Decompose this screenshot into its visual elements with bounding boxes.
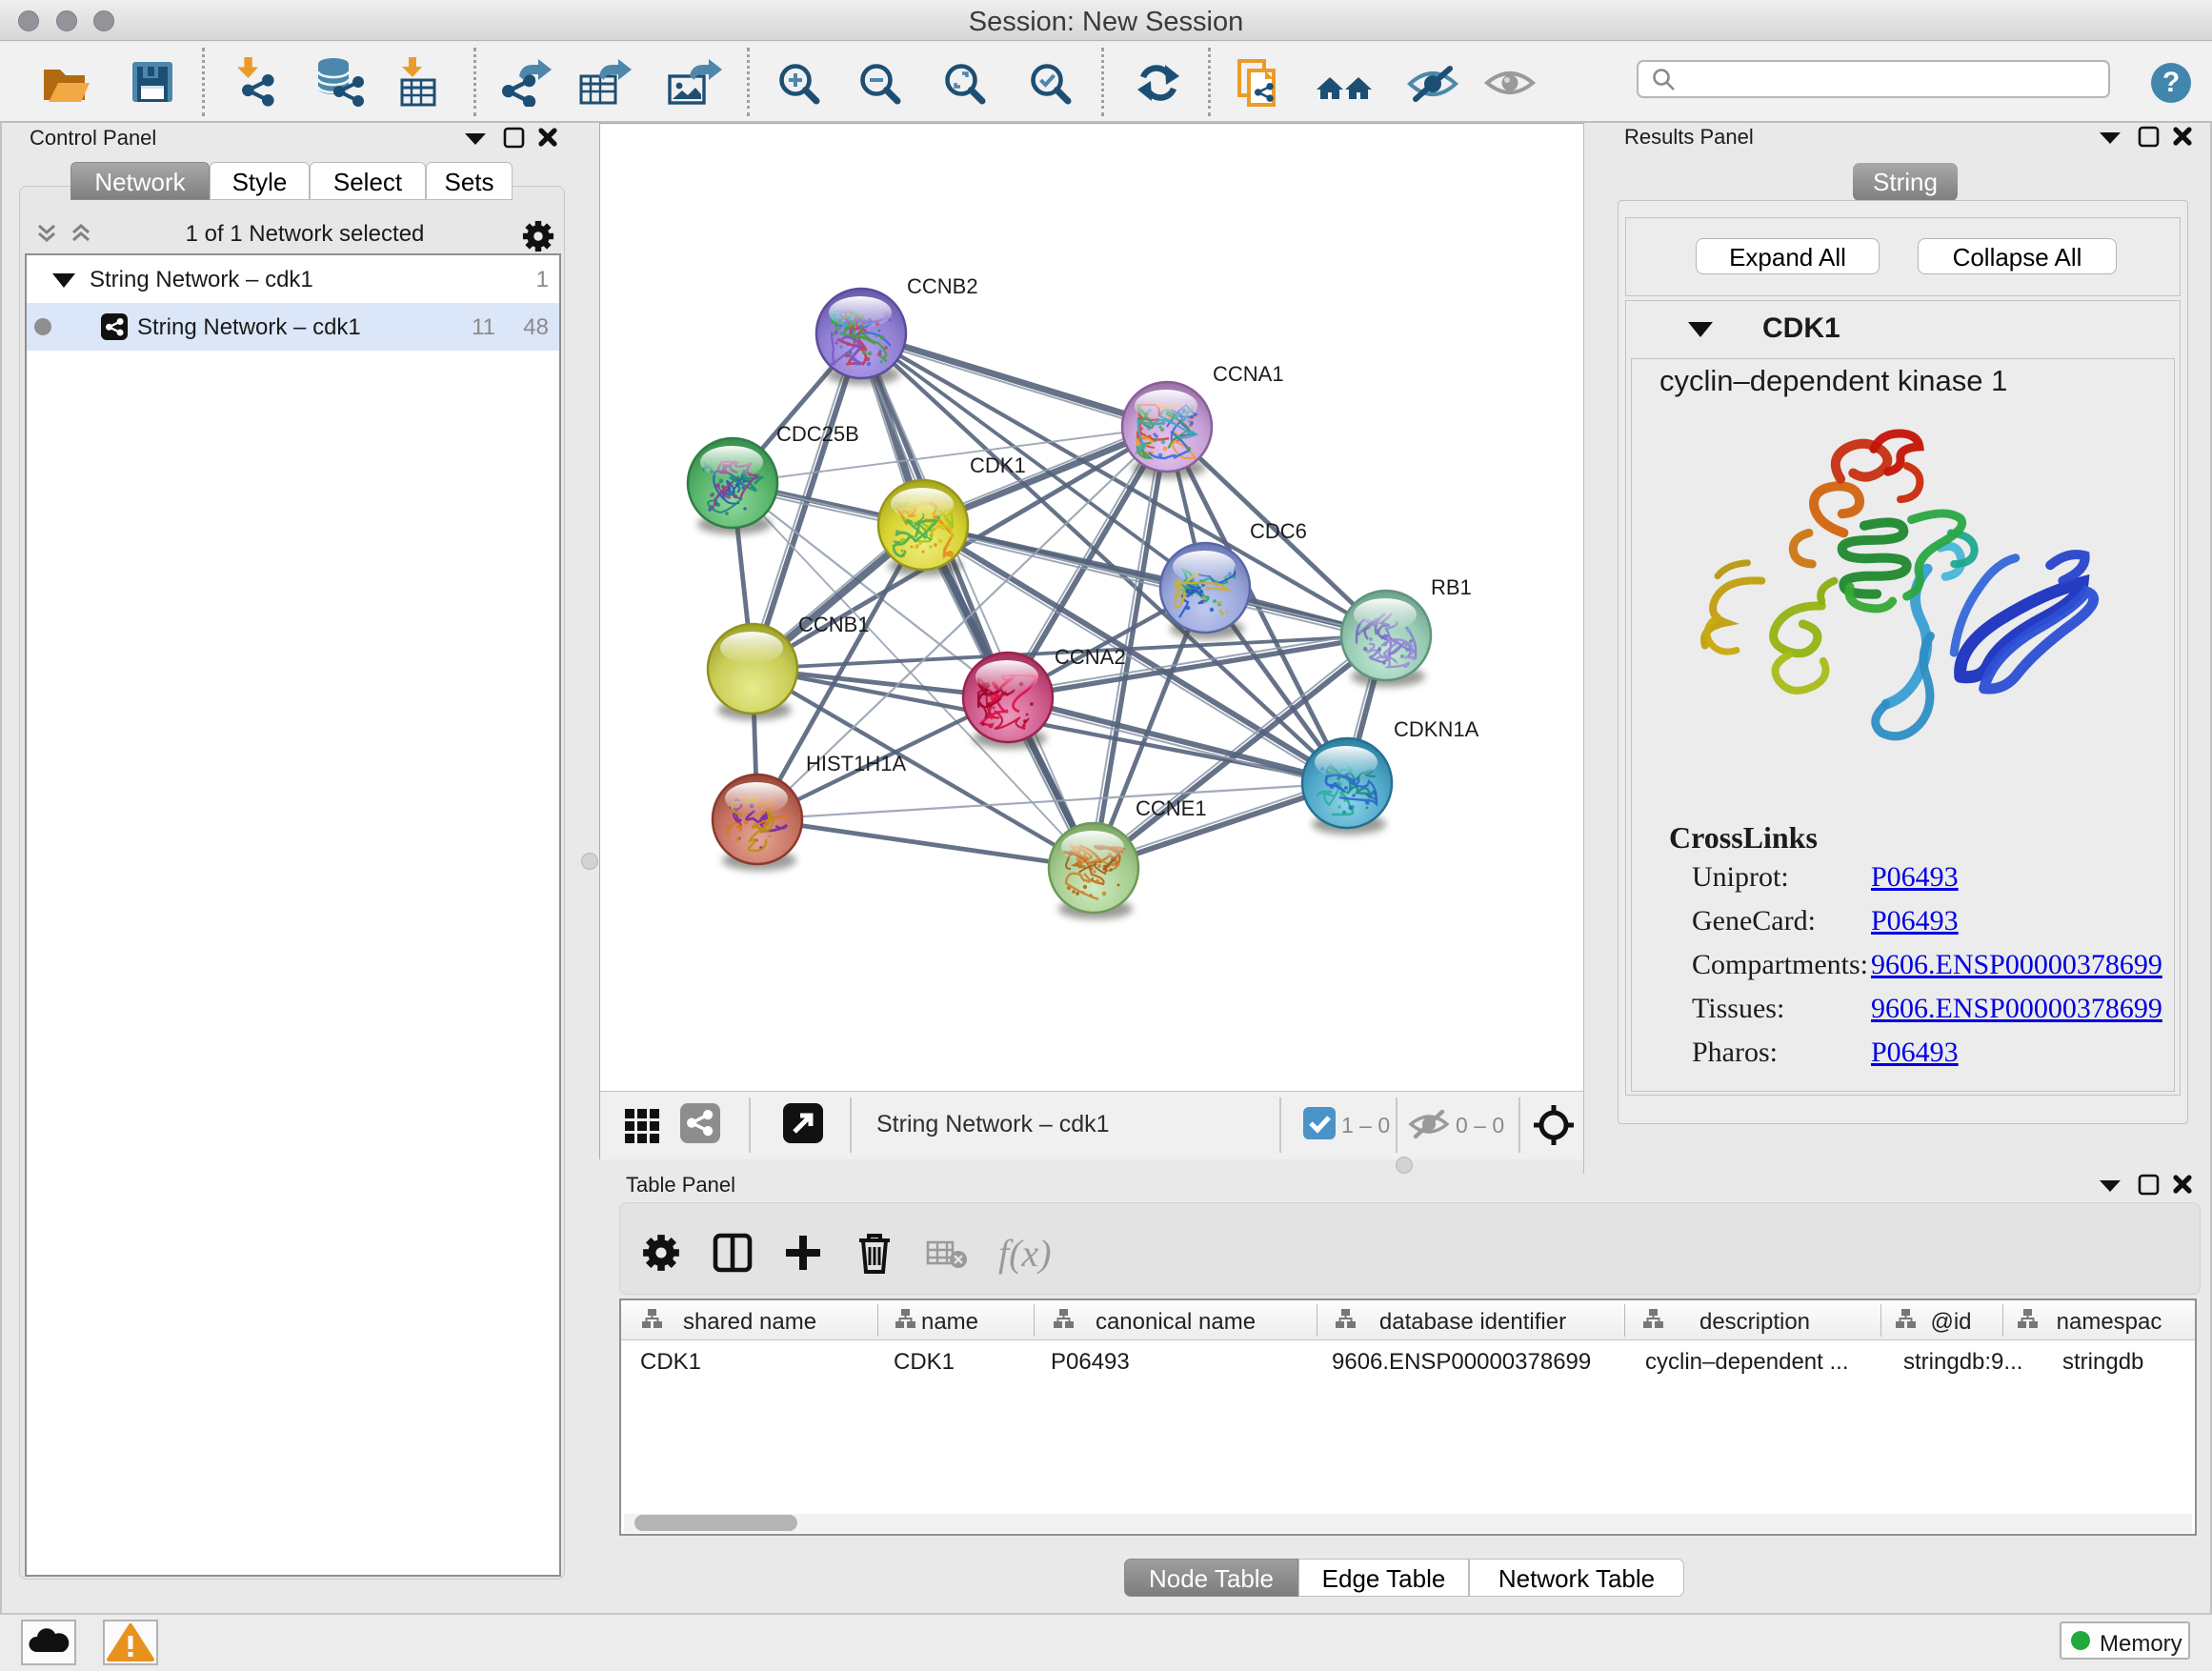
svg-text:RB1: RB1 [1431, 575, 1472, 599]
svg-text:HIST1H1A: HIST1H1A [806, 752, 906, 775]
svg-text:CDC6: CDC6 [1250, 519, 1307, 543]
svg-text:CDKN1A: CDKN1A [1394, 717, 1479, 741]
svg-text:CCNA2: CCNA2 [1055, 645, 1126, 669]
svg-text:CDC25B: CDC25B [776, 422, 859, 446]
svg-text:CDK1: CDK1 [970, 453, 1026, 477]
svg-text:CCNB1: CCNB1 [798, 613, 870, 636]
svg-text:CCNE1: CCNE1 [1136, 796, 1207, 820]
svg-text:CCNB2: CCNB2 [907, 274, 978, 298]
svg-text:?: ? [2162, 67, 2180, 98]
svg-text:CCNA1: CCNA1 [1213, 362, 1284, 386]
